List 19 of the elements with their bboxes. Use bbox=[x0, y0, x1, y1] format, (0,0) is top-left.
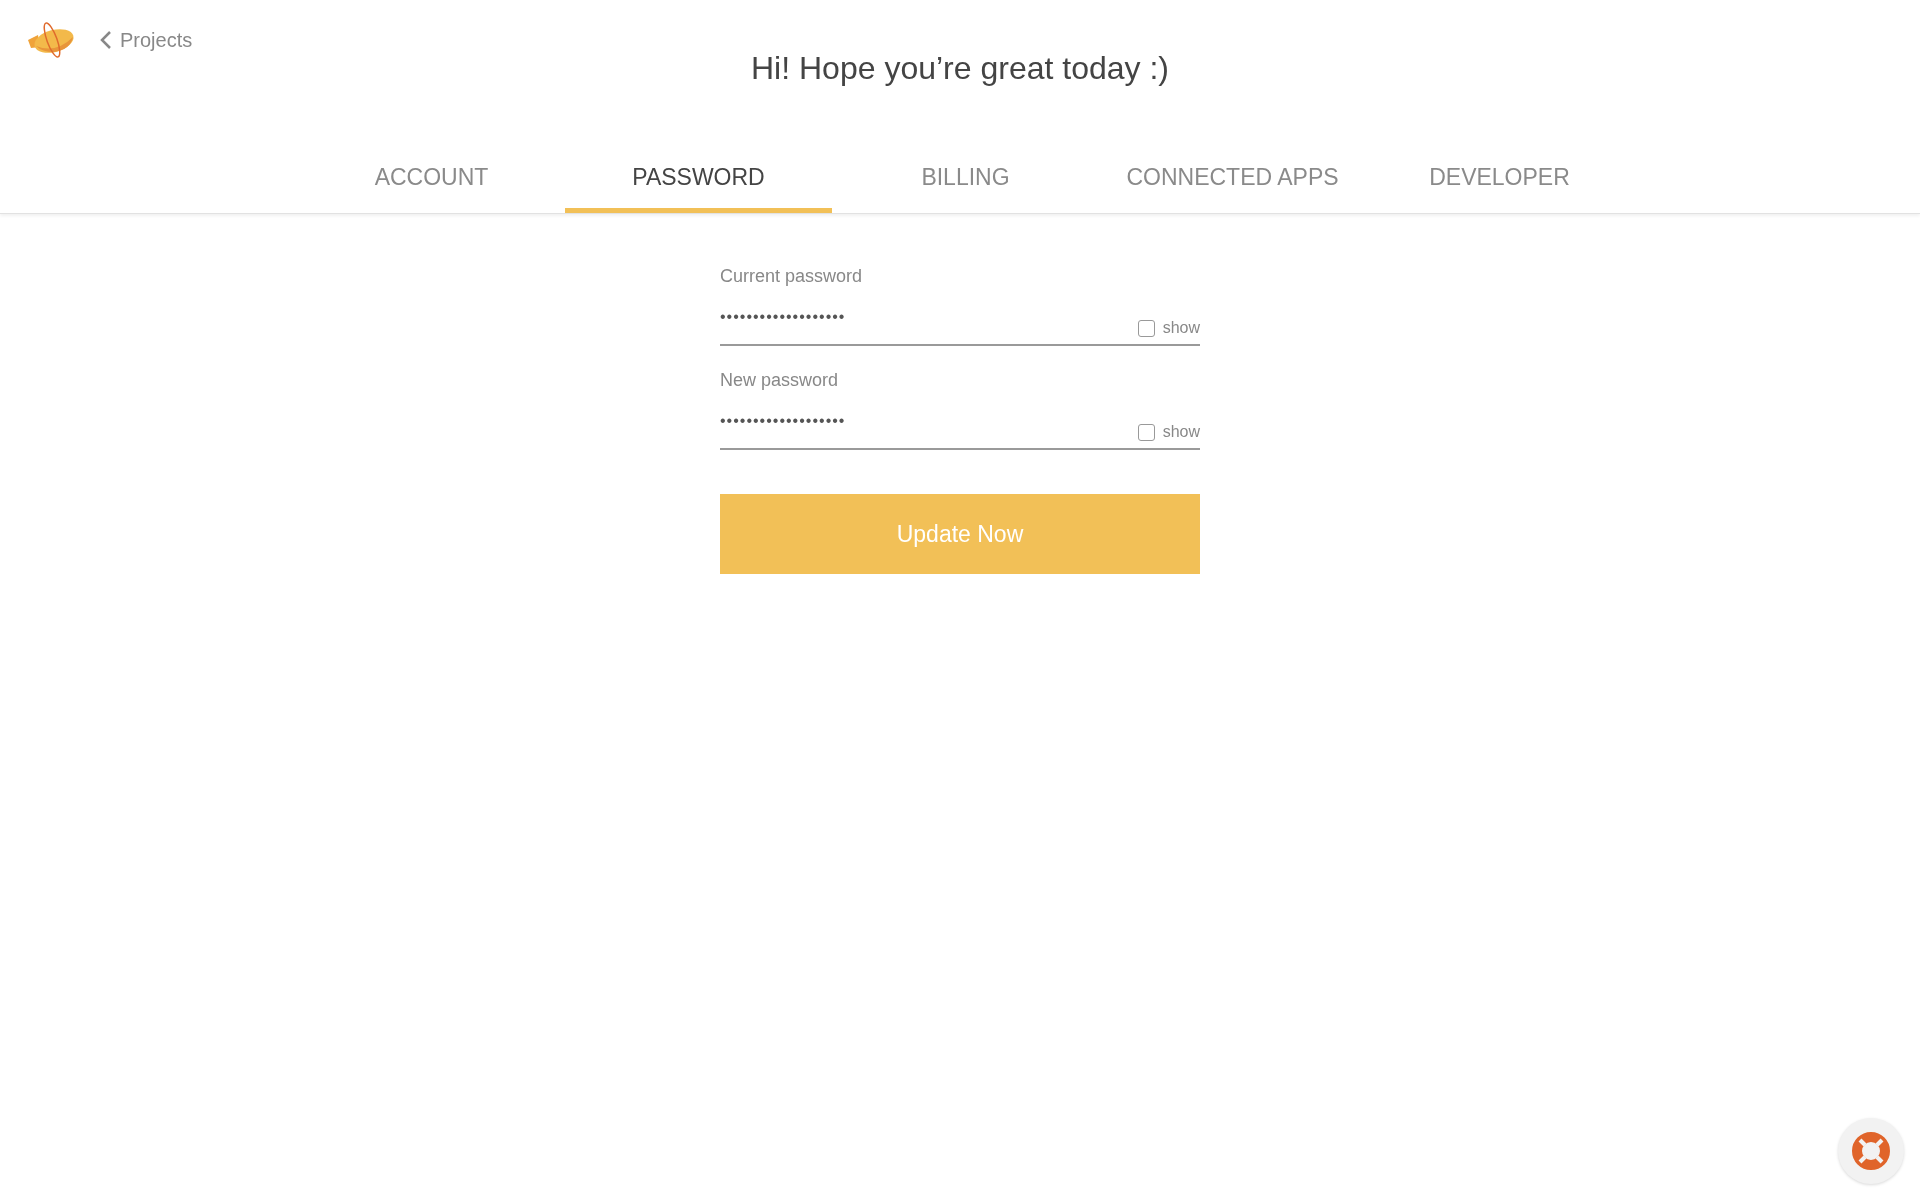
password-field[interactable]: ••••••••••••••••••• show bbox=[720, 406, 1200, 450]
show-label[interactable]: show bbox=[1162, 420, 1200, 444]
help-button[interactable] bbox=[1838, 1118, 1904, 1184]
tab[interactable]: ACCOUNT bbox=[298, 153, 565, 213]
greeting-heading: Hi! Hope you’re great today :) bbox=[751, 49, 1169, 88]
tab[interactable]: PASSWORD bbox=[565, 153, 832, 213]
back-label: Projects bbox=[120, 28, 193, 53]
show-label[interactable]: show bbox=[1162, 316, 1200, 340]
tab[interactable]: CONNECTED APPS bbox=[1099, 153, 1366, 213]
show-checkbox[interactable] bbox=[1137, 319, 1155, 337]
chevron-left-icon bbox=[100, 30, 112, 50]
tab[interactable]: BILLING bbox=[832, 153, 1099, 213]
field-label: New password bbox=[720, 369, 840, 392]
back-link[interactable]: Projects bbox=[100, 25, 193, 55]
tab[interactable]: DEVELOPER bbox=[1366, 153, 1633, 213]
password-field[interactable]: ••••••••••••••••••• show bbox=[720, 302, 1200, 346]
lifebuoy-icon bbox=[1851, 1131, 1891, 1171]
show-checkbox[interactable] bbox=[1137, 423, 1155, 441]
field-label: Current password bbox=[720, 265, 864, 288]
